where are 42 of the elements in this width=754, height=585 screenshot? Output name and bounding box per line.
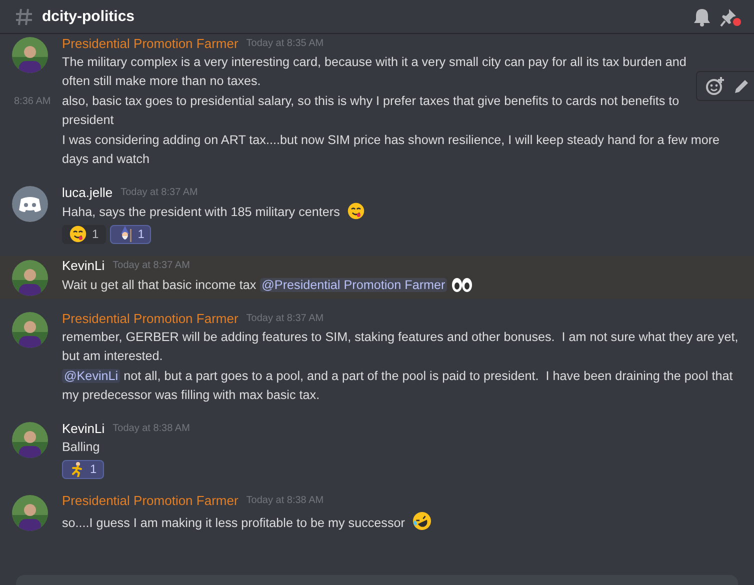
avatar-icon[interactable] bbox=[12, 186, 48, 222]
bell-icon[interactable] bbox=[692, 6, 712, 26]
message-time: Today at 8:35 AM bbox=[246, 38, 324, 48]
message-time: Today at 8:37 AM bbox=[120, 186, 198, 198]
avatar[interactable] bbox=[12, 312, 48, 348]
yum-face-emoji-icon bbox=[347, 202, 366, 220]
message-time: Today at 8:37 AM bbox=[112, 260, 190, 271]
laughing-face-emoji-icon bbox=[412, 510, 432, 530]
reaction-button[interactable]: 1 bbox=[62, 224, 106, 244]
author-name[interactable]: Presidential Promotion Farmer bbox=[62, 493, 238, 508]
reaction-button[interactable]: 1 bbox=[62, 460, 104, 478]
add-reaction-icon[interactable] bbox=[705, 76, 725, 96]
message-time: Today at 8:38 AM bbox=[112, 422, 190, 434]
message-text: Balling bbox=[62, 439, 101, 456]
message-text: The military complex is a very interesting card, because with it a very small city can pay for all its tax burden and often still make more than no taxes. bbox=[62, 54, 688, 90]
message-time: Today at 8:38 AM bbox=[246, 495, 324, 506]
channel-name: dcity-politics bbox=[42, 8, 136, 25]
author-name[interactable]: KevinLi bbox=[62, 258, 105, 273]
pin-icon[interactable] bbox=[720, 6, 742, 26]
avatar[interactable] bbox=[12, 422, 48, 458]
message-text: I was considering adding on ART tax....but now SIM price has shown resilience, I will keep steady hand for a few more days and watch bbox=[62, 132, 721, 168]
message-text: Haha, says the president with 185 military centers bbox=[62, 202, 742, 222]
yum-face-emoji-icon bbox=[69, 225, 87, 243]
hash-icon bbox=[14, 6, 34, 26]
avatar[interactable] bbox=[12, 37, 48, 73]
pencil-icon[interactable] bbox=[733, 77, 751, 95]
author-name[interactable]: KevinLi bbox=[62, 420, 105, 436]
message-text: Wait u get all that basic income tax @Presidential Promotion Farmer bbox=[62, 276, 742, 294]
runner-emoji-icon bbox=[69, 461, 85, 477]
author-name[interactable]: luca.jelle bbox=[62, 184, 113, 200]
message-text: remember, GERBER will be adding features to SIM, staking features and other bonuses. I am not sure what they are yet, but am interested. bbox=[62, 329, 740, 364]
author-name[interactable]: Presidential Promotion Farmer bbox=[62, 36, 238, 50]
message-text: so....I guess I am making it less profitable to be my successor bbox=[62, 510, 742, 532]
eyes-emoji-icon bbox=[451, 276, 474, 292]
avatar[interactable] bbox=[12, 260, 48, 296]
avatar[interactable] bbox=[12, 494, 48, 530]
message-text: also, basic tax goes to presidential salary, so this is why I prefer taxes that give benefits to cards not benefits to president bbox=[62, 93, 680, 129]
author-name[interactable]: Presidential Promotion Farmer bbox=[62, 310, 238, 326]
message-time: Today at 8:37 AM bbox=[246, 312, 324, 324]
message-timestamp: 8:36 AM bbox=[14, 96, 51, 107]
reaction-button[interactable]: 1 bbox=[110, 224, 152, 244]
message-text: @KevinLi not all, but a part goes to a pool, and a part of the pool is paid to president. I have been draining the pool that my predecessor was filling with max basic tax. bbox=[62, 368, 734, 404]
